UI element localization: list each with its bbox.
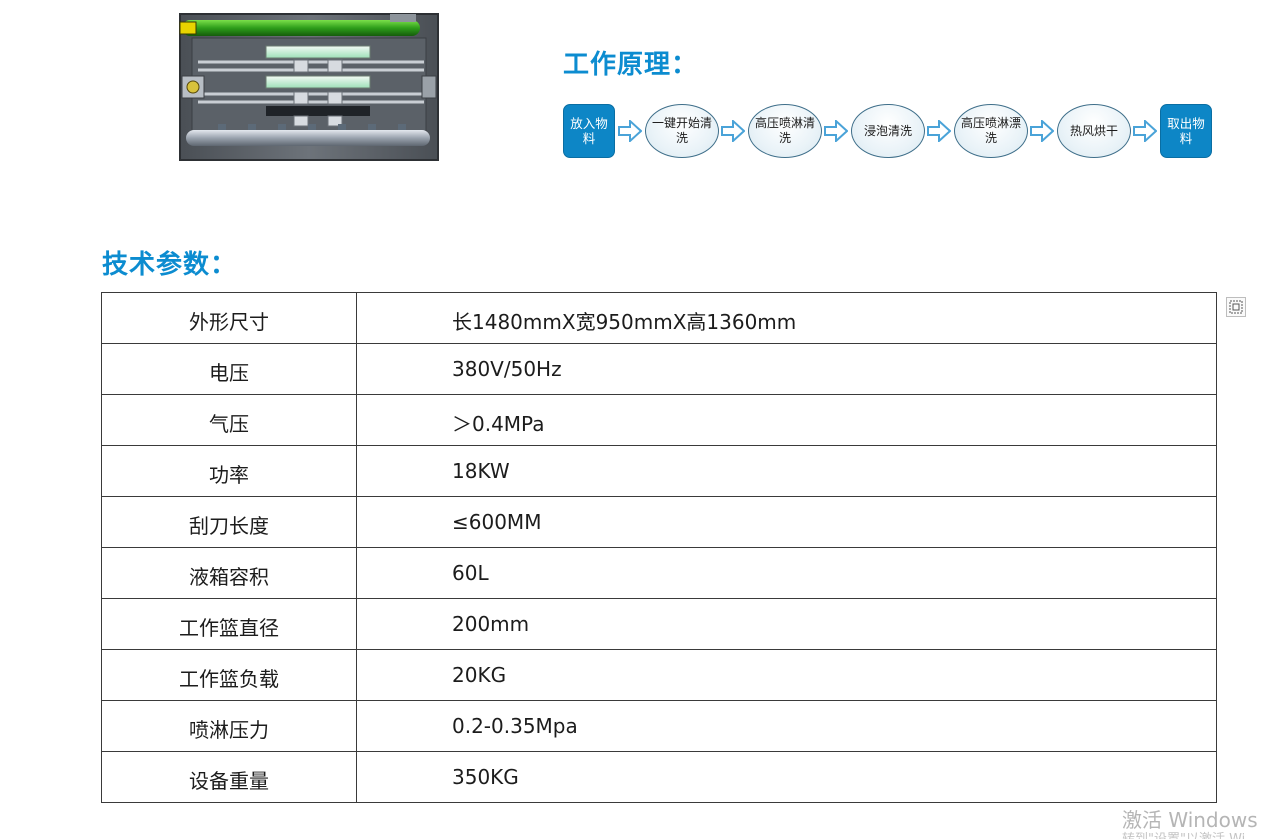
table-row: 气压 ＞0.4MPa (102, 395, 1216, 446)
spec-name-cell: 工作篮直径 (102, 599, 357, 649)
flow-step-start: 一键开始清洗 (645, 104, 719, 158)
flow-step-spray-rinse: 高压喷淋漂洗 (954, 104, 1028, 158)
spec-title: 技术参数： (102, 250, 238, 280)
spec-name-cell: 工作篮负载 (102, 650, 357, 700)
spec-name-cell: 外形尺寸 (102, 293, 357, 343)
flow-step-soak: 浸泡清洗 (851, 104, 925, 158)
arrow-right-icon (824, 120, 848, 142)
table-row: 功率 18KW (102, 446, 1216, 497)
process-flow: 放入物料 一键开始清洗 高压喷淋清洗 浸泡清洗 高压喷淋漂洗 热风烘干 取出物料 (563, 102, 1213, 160)
spec-value-cell: 18KW (452, 459, 510, 483)
table-row: 电压 380V/50Hz (102, 344, 1216, 395)
spec-name-cell: 喷淋压力 (102, 701, 357, 751)
table-row: 外形尺寸 长1480mmX宽950mmX高1360mm (102, 293, 1216, 344)
flow-step-load: 放入物料 (563, 104, 615, 158)
table-row: 刮刀长度 ≤600MM (102, 497, 1216, 548)
spec-value-cell: ≤600MM (452, 510, 542, 534)
spec-name-cell: 液箱容积 (102, 548, 357, 598)
principle-title: 工作原理： (563, 50, 699, 80)
flow-step-dry: 热风烘干 (1057, 104, 1131, 158)
arrow-right-icon (1133, 120, 1157, 142)
spec-value-cell: 380V/50Hz (452, 357, 562, 381)
activation-watermark-sub: 转到"设置"以激活 Wi (1122, 828, 1245, 839)
spec-name-cell: 功率 (102, 446, 357, 496)
spec-name-cell: 电压 (102, 344, 357, 394)
spec-value-cell: ＞0.4MPa (452, 412, 545, 436)
table-row: 工作篮负载 20KG (102, 650, 1216, 701)
table-row: 工作篮直径 200mm (102, 599, 1216, 650)
spec-name-cell: 刮刀长度 (102, 497, 357, 547)
arrow-right-icon (721, 120, 745, 142)
table-handle-icon[interactable] (1226, 297, 1246, 317)
spec-table: 外形尺寸 长1480mmX宽950mmX高1360mm 电压 380V/50Hz… (101, 292, 1217, 803)
table-row: 喷淋压力 0.2-0.35Mpa (102, 701, 1216, 752)
spec-value-cell: 长1480mmX宽950mmX高1360mm (452, 310, 797, 334)
flow-step-spray-wash: 高压喷淋清洗 (748, 104, 822, 158)
table-row: 液箱容积 60L (102, 548, 1216, 599)
flow-step-unload: 取出物料 (1160, 104, 1212, 158)
machine-illustration (178, 12, 440, 162)
table-row: 设备重量 350KG (102, 752, 1216, 803)
spec-value-cell: 350KG (452, 765, 519, 789)
spec-value-cell: 0.2-0.35Mpa (452, 714, 578, 738)
spec-name-cell: 设备重量 (102, 752, 357, 803)
spec-name-cell: 气压 (102, 395, 357, 445)
arrow-right-icon (618, 120, 642, 142)
table-select-icon (1229, 300, 1243, 314)
spec-value-cell: 60L (452, 561, 489, 585)
arrow-right-icon (1030, 120, 1054, 142)
spec-value-cell: 200mm (452, 612, 530, 636)
arrow-right-icon (927, 120, 951, 142)
spec-value-cell: 20KG (452, 663, 507, 687)
